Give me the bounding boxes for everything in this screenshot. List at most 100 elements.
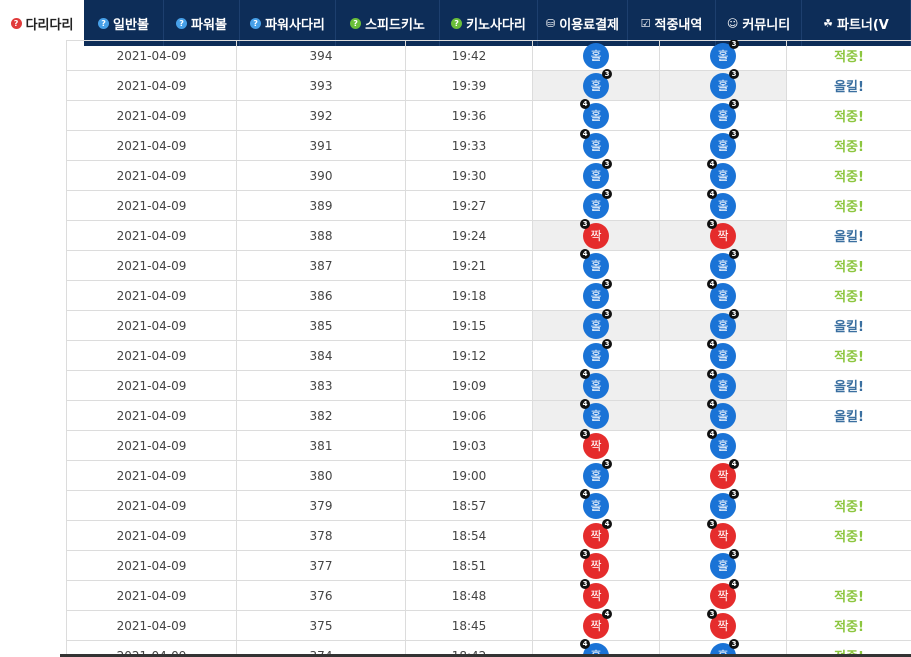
round-cell: 391 [236, 130, 406, 161]
result-cell: 적중! [786, 40, 911, 71]
ball-label: 홀 [717, 318, 729, 333]
nav-tab-label: 키노사다리 [466, 17, 526, 33]
ball-label: 홀 [717, 558, 729, 573]
coins-icon: ⛁ [545, 16, 556, 30]
count-badge: 4 [580, 98, 590, 109]
odd-ball-icon: 홀4 [580, 398, 609, 429]
ball-label: 홀 [590, 408, 602, 423]
checkbox-icon: ☑ [640, 16, 651, 30]
ball-cell: 홀3 [659, 488, 787, 521]
count-badge: 3 [729, 98, 739, 109]
ball-label: 홀 [717, 78, 729, 93]
ball-label: 홀 [717, 408, 729, 423]
round-cell: 387 [236, 250, 406, 281]
nav-tab-label: 파트너(V [836, 17, 889, 33]
odd-ball-icon: 홀4 [707, 368, 736, 399]
time-cell: 18:54 [405, 520, 533, 551]
date-cell: 2021-04-09 [66, 490, 237, 521]
ball-label: 짝 [590, 228, 602, 243]
odd-ball-icon: 홀4 [580, 128, 609, 159]
odd-ball-icon: 홀4 [707, 428, 736, 459]
even-ball-icon: 짝3 [707, 218, 736, 249]
nav-tab-label: 파워사다리 [265, 17, 325, 33]
odd-ball-icon: 홀4 [580, 368, 609, 399]
round-cell: 381 [236, 430, 406, 461]
round-cell: 394 [236, 40, 406, 71]
time-cell: 19:42 [405, 40, 533, 71]
result-text: 적중! [834, 200, 864, 215]
ball-cell: 짝4 [532, 518, 660, 551]
time-cell: 19:09 [405, 370, 533, 401]
ball-cell: 짝3 [659, 518, 787, 551]
round-cell: 385 [236, 310, 406, 341]
date-cell: 2021-04-09 [66, 430, 237, 461]
round-cell: 390 [236, 160, 406, 191]
date-cell: 2021-04-09 [66, 100, 237, 131]
ball-cell: 홀3 [659, 548, 787, 581]
ball-cell: 짝4 [659, 458, 787, 491]
time-cell: 19:00 [405, 460, 533, 491]
ball-cell: 짝3 [532, 548, 660, 581]
ball-label: 홀 [717, 138, 729, 153]
ball-label: 홀 [590, 198, 602, 213]
ball-cell: 홀3 [532, 308, 660, 341]
table-row: 2021-04-09 376 18:48 짝 3 짝 4 적중! [66, 578, 911, 611]
ball-label: 짝 [590, 618, 602, 633]
count-badge: 3 [602, 338, 612, 349]
ball-label: 짝 [717, 468, 729, 483]
result-cell: 적중! [786, 280, 911, 311]
result-text: 적중! [834, 170, 864, 185]
time-cell: 19:15 [405, 310, 533, 341]
time-cell: 19:33 [405, 130, 533, 161]
round-cell: 380 [236, 460, 406, 491]
result-cell: 적중! [786, 340, 911, 371]
question-icon: ? [350, 17, 362, 29]
ball-label: 홀 [590, 108, 602, 123]
odd-ball-icon: 홀4 [707, 278, 736, 309]
ball-label: 홀 [590, 168, 602, 183]
ball-cell: 짝3 [532, 218, 660, 251]
ball-label: 홀 [717, 288, 729, 303]
odd-ball-icon: 홀3 [583, 458, 612, 489]
result-cell: 적중! [786, 100, 911, 131]
date-cell: 2021-04-09 [66, 340, 237, 371]
even-ball-icon: 짝3 [707, 608, 736, 639]
table-row: 2021-04-09 380 19:00 홀 3 짝 4 [66, 458, 911, 491]
table-row: 2021-04-09 381 19:03 짝 3 홀 4 [66, 428, 911, 461]
table-row: 2021-04-09 383 19:09 홀 4 홀 4 올킬! [66, 368, 911, 401]
count-badge: 3 [707, 608, 717, 619]
round-cell: 384 [236, 340, 406, 371]
ball-cell: 홀 [532, 40, 660, 71]
count-badge: 4 [707, 398, 717, 409]
odd-ball-icon: 홀3 [710, 308, 739, 339]
date-cell: 2021-04-09 [66, 190, 237, 221]
time-cell: 19:24 [405, 220, 533, 251]
result-cell: 적중! [786, 250, 911, 281]
ball-label: 짝 [590, 438, 602, 453]
nav-tab-label: 커뮤니티 [742, 17, 791, 33]
result-cell: 적중! [786, 130, 911, 161]
result-cell: 올킬! [786, 310, 911, 341]
result-text: 적중! [834, 260, 864, 275]
round-cell: 386 [236, 280, 406, 311]
count-badge: 4 [580, 398, 590, 409]
date-cell: 2021-04-09 [66, 460, 237, 491]
date-cell: 2021-04-09 [66, 40, 237, 71]
count-badge: 4 [707, 428, 717, 439]
date-cell: 2021-04-09 [66, 520, 237, 551]
result-text: 올킬! [834, 410, 864, 425]
ball-cell: 홀3 [659, 98, 787, 131]
count-badge: 3 [602, 308, 612, 319]
count-badge: 3 [729, 638, 739, 649]
result-text: 올킬! [834, 380, 864, 395]
date-cell: 2021-04-09 [66, 130, 237, 161]
result-text: 적중! [834, 290, 864, 305]
round-cell: 378 [236, 520, 406, 551]
odd-ball-icon: 홀3 [583, 278, 612, 309]
table-row: 2021-04-09 393 19:39 홀 3 홀 3 올킬! [66, 68, 911, 101]
count-badge: 3 [729, 128, 739, 139]
count-badge: 4 [602, 518, 612, 529]
ball-label: 짝 [590, 528, 602, 543]
ball-cell: 짝3 [659, 218, 787, 251]
ball-cell: 홀3 [659, 40, 787, 71]
